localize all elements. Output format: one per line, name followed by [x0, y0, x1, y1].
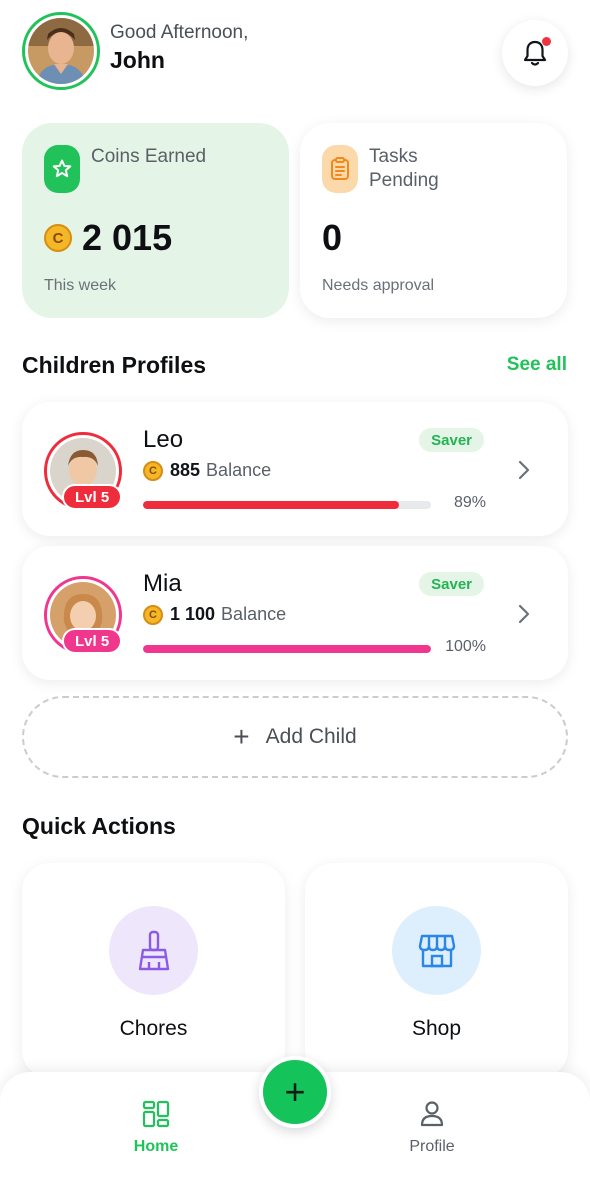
coins-label: Coins Earned [91, 146, 207, 167]
progress-fill [143, 645, 431, 653]
chevron-right-icon [518, 460, 530, 480]
shop-action[interactable]: Shop [305, 863, 568, 1078]
chevron-right-icon [518, 604, 530, 624]
progress-bar [143, 645, 431, 653]
coin-icon: C [143, 460, 163, 481]
greeting-block: Good Afternoon, John [110, 22, 248, 74]
child-name: Leo [143, 426, 184, 453]
shop-icon-circle [392, 906, 481, 995]
progress-fill [143, 501, 400, 509]
child-balance: C 885 Balance [143, 460, 271, 481]
add-fab-button[interactable]: + [259, 1056, 331, 1128]
coin-icon: C [44, 224, 72, 252]
progress-bar [143, 501, 431, 509]
user-name: John [110, 47, 165, 73]
child-balance: C 1 100 Balance [143, 604, 286, 625]
user-icon [420, 1101, 444, 1127]
nav-home[interactable]: Home [96, 1094, 216, 1156]
greeting-text: Good Afternoon, [110, 22, 249, 43]
balance-amount: 1 100 [170, 604, 216, 624]
nav-profile-label: Profile [409, 1138, 455, 1155]
user-avatar[interactable] [22, 12, 100, 90]
tasks-label: Tasks Pending [369, 146, 439, 191]
storefront-icon [418, 934, 455, 967]
clipboard-icon [322, 145, 358, 193]
plus-icon: + [233, 721, 250, 752]
balance-amount: 885 [170, 460, 201, 480]
coins-value: 2 015 [82, 217, 173, 258]
saver-badge: Saver [419, 572, 484, 596]
see-all-link[interactable]: See all [507, 354, 567, 376]
shop-label: Shop [411, 1017, 462, 1040]
broom-icon [138, 930, 169, 970]
chores-icon-circle [109, 906, 198, 995]
notifications-button[interactable] [502, 20, 568, 86]
notification-dot [542, 37, 551, 46]
progress-percent: 100% [445, 638, 486, 655]
quick-actions-title: Quick Actions [22, 813, 176, 839]
child-card-mia[interactable]: Lvl 5 Mia Saver C 1 100 Balance 100% [22, 546, 568, 680]
nav-home-label: Home [133, 1138, 179, 1155]
children-profiles-title: Children Profiles [22, 352, 207, 378]
level-badge: Lvl 5 [62, 628, 123, 654]
nav-profile[interactable]: Profile [372, 1094, 492, 1156]
progress-percent: 89% [453, 494, 486, 511]
child-card-leo[interactable]: Lvl 5 Leo Saver C 885 Balance 89% [22, 402, 568, 536]
balance-label: Balance [206, 460, 272, 480]
dashboard-icon [142, 1100, 170, 1128]
header: Good Afternoon, John [22, 12, 568, 90]
add-child-label: Add Child [265, 725, 357, 748]
child-name: Mia [143, 570, 182, 597]
tasks-pending-card[interactable]: Tasks Pending 0 Needs approval [300, 123, 567, 318]
star-badge-icon [44, 145, 80, 193]
coins-earned-card[interactable]: Coins Earned C 2 015 This week [22, 123, 289, 318]
tasks-value: 0 [322, 217, 343, 258]
chores-label: Chores [119, 1017, 188, 1040]
saver-badge: Saver [419, 428, 484, 452]
tasks-subtext: Needs approval [322, 277, 435, 294]
chores-action[interactable]: Chores [22, 863, 285, 1078]
coin-icon: C [143, 604, 163, 625]
user-photo [28, 18, 94, 84]
add-child-button[interactable]: + Add Child [22, 696, 568, 778]
level-badge: Lvl 5 [62, 484, 123, 510]
plus-icon: + [284, 1071, 306, 1112]
balance-label: Balance [221, 604, 287, 624]
coins-value-row: C 2 015 [44, 217, 172, 259]
coins-subtext: This week [44, 277, 117, 294]
